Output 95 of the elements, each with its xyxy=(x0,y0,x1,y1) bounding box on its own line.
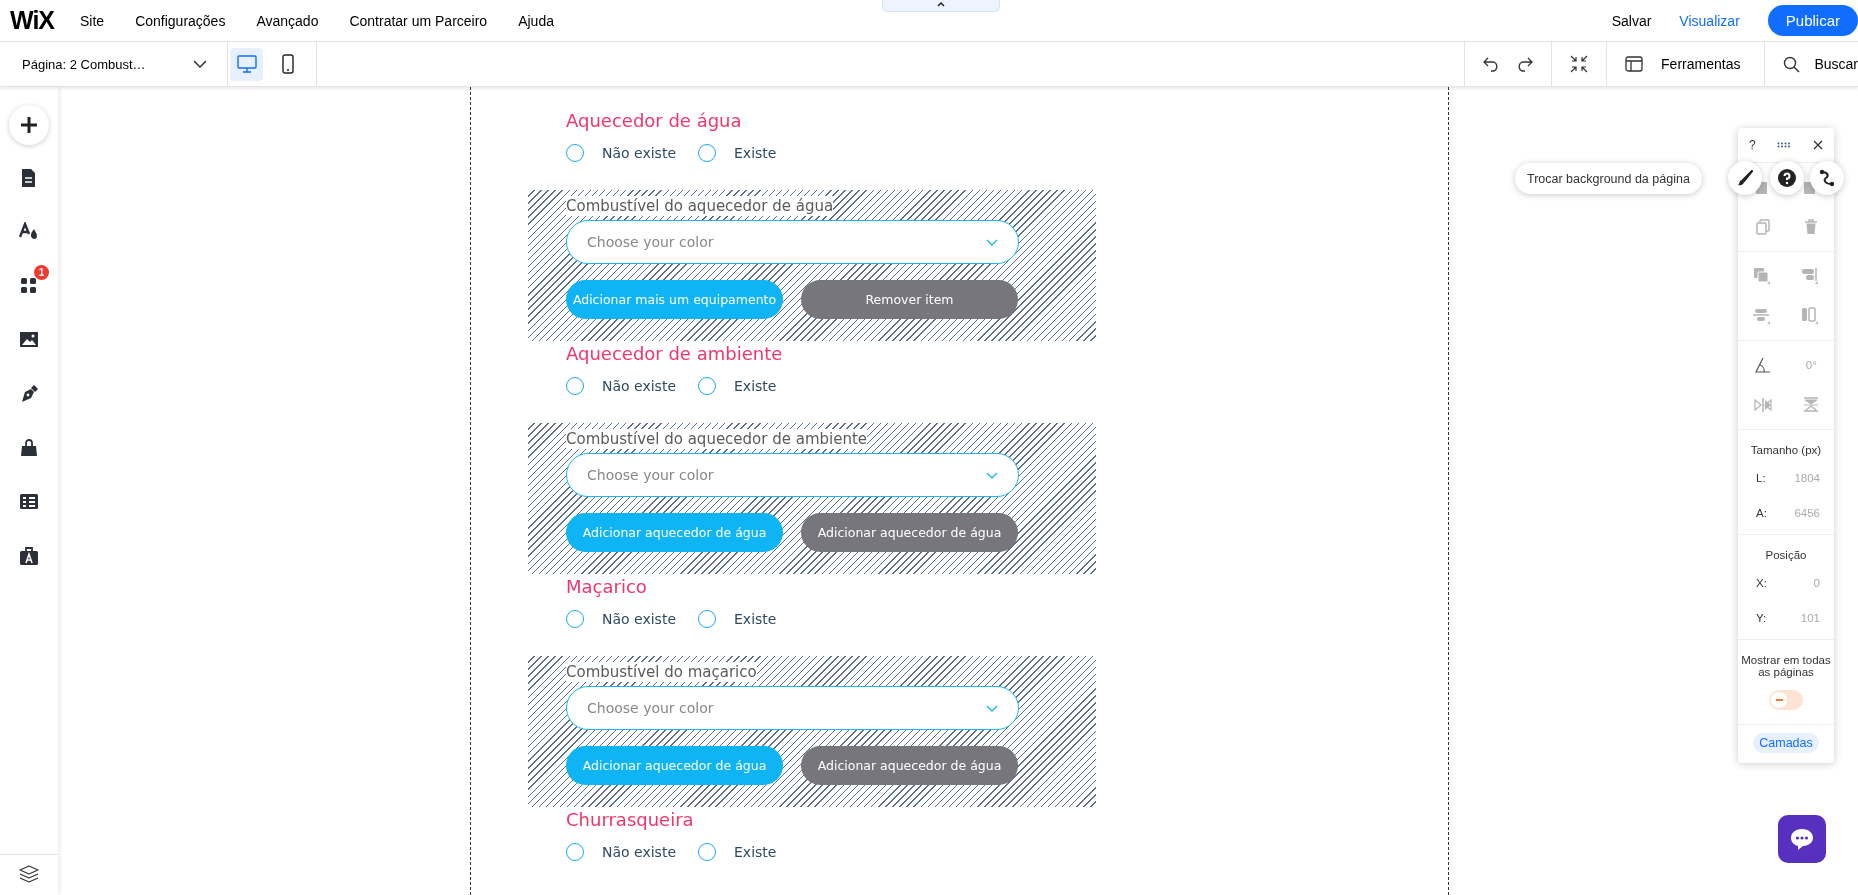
field-label: A: xyxy=(1756,506,1767,519)
option-label: Não existe xyxy=(602,145,676,161)
table-icon xyxy=(19,492,39,512)
flip-horizontal-icon[interactable] xyxy=(1753,398,1772,412)
brush-button[interactable] xyxy=(1728,161,1762,195)
option-label: Existe xyxy=(734,378,777,394)
value-field[interactable]: 0 xyxy=(1813,576,1820,589)
arrange-icon[interactable] xyxy=(1753,267,1771,285)
option-label: Não existe xyxy=(602,844,676,860)
publish-button[interactable]: Publicar xyxy=(1767,5,1858,36)
close-icon[interactable] xyxy=(1813,140,1824,150)
desktop-icon xyxy=(236,55,257,73)
connect-button[interactable] xyxy=(1810,161,1844,195)
option-label: Existe xyxy=(734,145,777,161)
caret-icon xyxy=(936,0,946,8)
copy-icon[interactable] xyxy=(1754,219,1771,235)
align-icon[interactable] xyxy=(1801,267,1819,285)
preview-link[interactable]: Visualizar xyxy=(1679,12,1740,29)
chevron-down-icon xyxy=(986,238,998,246)
toggle-switch[interactable] xyxy=(1769,690,1803,710)
brush-icon xyxy=(1737,170,1753,186)
rotation-value: 0° xyxy=(1805,359,1817,371)
logo[interactable]: WiX xyxy=(10,6,54,35)
value-field[interactable]: 1804 xyxy=(1794,471,1820,484)
section-title: Aquecedor de água xyxy=(565,109,743,133)
grid-icon xyxy=(19,276,39,296)
dropdown-field[interactable]: Choose your color xyxy=(566,686,1019,730)
field-label: Y: xyxy=(1756,611,1767,624)
image-icon xyxy=(19,330,39,350)
option-label: Não existe xyxy=(602,611,676,627)
chat-icon xyxy=(1789,827,1815,851)
add-button[interactable]: Adicionar mais um equipamento xyxy=(566,280,783,319)
font-drop-icon xyxy=(19,222,39,242)
angle-icon[interactable] xyxy=(1755,357,1772,373)
field-label: Combustível do aquecedor de ambiente xyxy=(566,429,868,449)
tools-button[interactable]: Ferramentas xyxy=(1606,42,1765,86)
menu-item[interactable]: Contratar um Parceiro xyxy=(349,12,488,29)
section-title: Maçarico xyxy=(565,575,648,599)
layers-button[interactable]: Camadas xyxy=(1753,733,1819,753)
sidebar-item[interactable]: 1 xyxy=(9,259,49,313)
option-label: Existe xyxy=(734,844,777,860)
page-name: Página: 2 Combust… xyxy=(22,56,146,72)
toggle-label: Mostrar em todas as páginas xyxy=(1740,653,1832,680)
help-icon xyxy=(1778,169,1796,187)
panel-layout-icon xyxy=(1625,56,1644,72)
secondary-button[interactable]: Adicionar aquecedor de água xyxy=(801,513,1018,552)
pen-nib-icon xyxy=(19,384,39,404)
add-button[interactable]: Adicionar aquecedor de água xyxy=(566,513,783,552)
trash-icon[interactable] xyxy=(1803,219,1818,235)
connector-icon xyxy=(1819,169,1835,187)
flip-vertical-icon[interactable] xyxy=(1802,397,1819,413)
chevron-down-icon xyxy=(986,704,998,712)
search-icon xyxy=(1783,55,1801,73)
drag-handle-icon[interactable] xyxy=(1777,142,1792,148)
secondary-button[interactable]: Adicionar aquecedor de água xyxy=(801,746,1018,785)
briefcase-icon xyxy=(19,546,39,566)
chat-button[interactable] xyxy=(1778,815,1826,863)
page-selector[interactable]: Página: 2 Combust… xyxy=(0,42,228,86)
secondary-button[interactable]: Remover item xyxy=(801,280,1018,319)
menu-item[interactable]: Ajuda xyxy=(518,12,554,29)
notification-badge: 1 xyxy=(34,265,49,280)
field-label: Combustível do aquecedor de água xyxy=(566,196,834,216)
shopping-bag-icon xyxy=(19,438,39,458)
option-label: Não existe xyxy=(602,378,676,394)
plus-icon xyxy=(20,116,38,134)
menu-item[interactable]: Site xyxy=(80,12,105,29)
collapse-icon[interactable] xyxy=(1570,55,1589,73)
section-heading: Posição xyxy=(1764,548,1808,563)
section-title: Aquecedor de ambiente xyxy=(565,342,784,366)
menu-item[interactable]: Configurações xyxy=(135,12,226,29)
add-button[interactable] xyxy=(9,105,49,145)
tooltip: Trocar background da página xyxy=(1515,163,1702,194)
field-label: Combustível do maçarico xyxy=(566,662,757,682)
field-label: L: xyxy=(1756,471,1766,484)
value-field[interactable]: 6456 xyxy=(1794,506,1820,519)
section-heading: Tamanho (px) xyxy=(1749,443,1823,458)
layers-icon[interactable] xyxy=(19,865,39,883)
search-button[interactable]: Buscar xyxy=(1764,42,1858,86)
menu-item[interactable]: Avançado xyxy=(256,12,319,29)
option-label: Existe xyxy=(734,611,777,627)
dropdown-field[interactable]: Choose your color xyxy=(566,453,1019,497)
save-link[interactable]: Salvar xyxy=(1611,12,1652,29)
value-field[interactable]: 101 xyxy=(1800,611,1820,624)
dropdown-field[interactable]: Choose your color xyxy=(566,220,1019,264)
distribute-icon[interactable] xyxy=(1753,307,1771,325)
chevron-down-icon xyxy=(193,60,207,68)
section-title: Churrasqueira xyxy=(565,808,695,832)
help-button[interactable]: ? xyxy=(1748,138,1756,152)
add-button[interactable]: Adicionar aquecedor de água xyxy=(566,746,783,785)
chevron-down-icon xyxy=(986,471,998,479)
collapse-handle[interactable] xyxy=(882,0,1000,12)
field-label: X: xyxy=(1756,576,1767,589)
mobile-icon xyxy=(281,54,294,74)
device-toggle[interactable] xyxy=(230,47,263,81)
match-size-icon[interactable] xyxy=(1801,307,1819,325)
